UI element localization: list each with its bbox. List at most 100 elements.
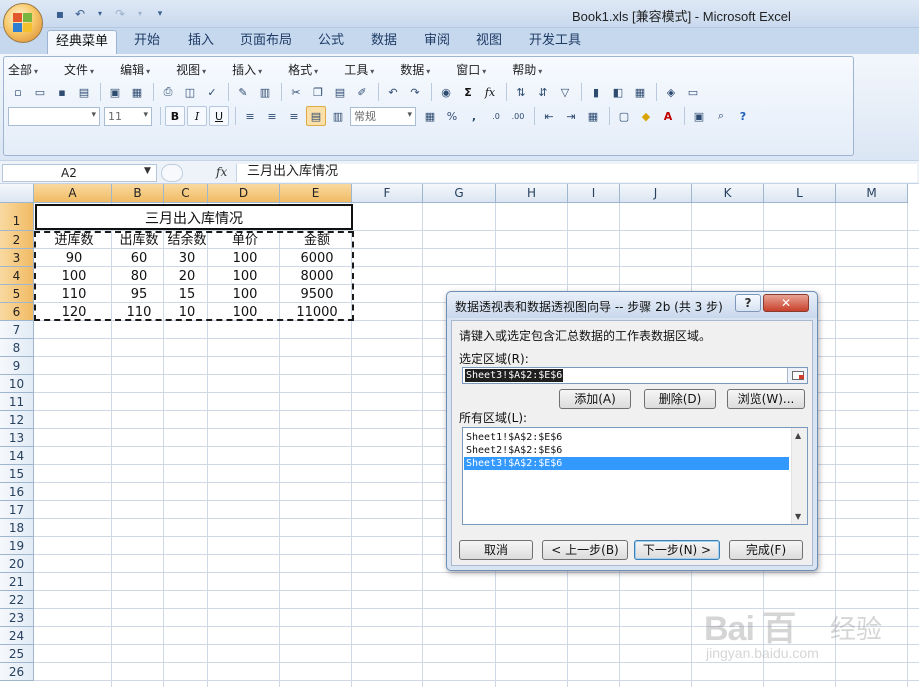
zoom-icon[interactable]: ▦ — [630, 82, 650, 102]
preview-icon[interactable]: ◫ — [180, 82, 200, 102]
merged-title-cell[interactable]: 三月出入库情况 — [35, 204, 353, 230]
tab-review[interactable]: 审阅 — [416, 30, 458, 54]
column-header-k[interactable]: K — [692, 184, 764, 203]
list-scrollbar[interactable]: ▲ ▼ — [791, 428, 807, 524]
menu-insert[interactable]: 插入 ▾ — [232, 61, 262, 79]
column-header-c[interactable]: C — [164, 184, 208, 203]
italic-button[interactable]: I — [187, 106, 207, 126]
close-button[interactable]: ✕ — [763, 294, 809, 312]
menu-format[interactable]: 格式 ▾ — [288, 61, 318, 79]
all-ranges-list[interactable]: Sheet1!$A$2:$E$6 Sheet2!$A$2:$E$6 Sheet3… — [462, 427, 808, 525]
comma-button[interactable]: , — [464, 106, 484, 126]
paste-icon[interactable]: ▤ — [330, 82, 350, 102]
column-header-l[interactable]: L — [764, 184, 836, 203]
bold-button[interactable]: B — [165, 106, 185, 126]
column-header-f[interactable]: F — [352, 184, 423, 203]
redo-icon[interactable]: ↷ — [405, 82, 425, 102]
chart-icon[interactable]: ▮ — [586, 82, 606, 102]
filter-icon[interactable]: ▽ — [555, 82, 575, 102]
tab-data[interactable]: 数据 — [363, 30, 405, 54]
font-color-icon[interactable]: A — [658, 106, 678, 126]
row-header-17[interactable]: 17 — [0, 501, 34, 519]
column-header-i[interactable]: I — [568, 184, 620, 203]
chevron-down-icon[interactable]: ▾ — [92, 6, 108, 22]
menu-tools[interactable]: 工具 ▾ — [344, 61, 374, 79]
tab-home[interactable]: 开始 — [126, 30, 168, 54]
percent-button[interactable]: % — [442, 106, 462, 126]
undo-icon[interactable]: ↶ — [383, 82, 403, 102]
row-header-24[interactable]: 24 — [0, 627, 34, 645]
formula-cancel-circle[interactable] — [161, 164, 183, 182]
row-header-16[interactable]: 16 — [0, 483, 34, 501]
redo-icon[interactable]: ↷ — [112, 6, 128, 22]
autosum-icon[interactable]: Σ — [458, 82, 478, 102]
row-header-14[interactable]: 14 — [0, 447, 34, 465]
browse-button[interactable]: 浏览(W)... — [727, 389, 805, 409]
menu-edit[interactable]: 编辑 ▾ — [120, 61, 150, 79]
column-header-e[interactable]: E — [280, 184, 352, 203]
research-book-icon[interactable]: ▥ — [255, 82, 275, 102]
row-header-26[interactable]: 26 — [0, 663, 34, 681]
align-right-icon[interactable]: ≡ — [284, 106, 304, 126]
row-header-2[interactable]: 2 — [0, 231, 34, 249]
menu-help[interactable]: 帮助 ▾ — [512, 61, 542, 79]
menu-all[interactable]: 全部 ▾ — [8, 61, 38, 79]
office-button[interactable] — [3, 3, 43, 43]
column-header-g[interactable]: G — [423, 184, 496, 203]
formula-input[interactable]: 三月出入库情况 — [236, 164, 917, 182]
wrap-text-icon[interactable]: ▥ — [328, 106, 348, 126]
column-header-a[interactable]: A — [34, 184, 112, 203]
print-icon[interactable]: ⎙ — [158, 82, 178, 102]
row-header-6[interactable]: 6 — [0, 303, 34, 321]
format-painter-icon[interactable]: ✐ — [352, 82, 372, 102]
chevron-down-icon[interactable]: ▾ — [132, 6, 148, 22]
fill-color-icon[interactable]: ◆ — [636, 106, 656, 126]
tab-formulas[interactable]: 公式 — [310, 30, 352, 54]
decrease-indent-icon[interactable]: ⇤ — [539, 106, 559, 126]
row-header-12[interactable]: 12 — [0, 411, 34, 429]
row-header-19[interactable]: 19 — [0, 537, 34, 555]
copy-icon[interactable]: ❐ — [308, 82, 328, 102]
customize-qat-icon[interactable]: ▾ — [152, 6, 168, 22]
tab-classic-menu[interactable]: 经典菜单 — [47, 30, 117, 54]
row-header-22[interactable]: 22 — [0, 591, 34, 609]
row-header-5[interactable]: 5 — [0, 285, 34, 303]
cut-icon[interactable]: ✂ — [286, 82, 306, 102]
column-header-h[interactable]: H — [496, 184, 568, 203]
range-input[interactable]: Sheet3!$A$2:$E$6 — [462, 367, 808, 384]
save-icon[interactable]: ▪ — [52, 6, 68, 22]
list-item[interactable]: Sheet1!$A$2:$E$6 — [464, 431, 789, 444]
menu-file[interactable]: 文件 ▾ — [64, 61, 94, 79]
insert-function-icon[interactable]: fx — [480, 82, 500, 102]
back-button[interactable]: < 上一步(B) — [542, 540, 628, 560]
tab-insert[interactable]: 插入 — [180, 30, 222, 54]
open-folder-icon[interactable]: ▭ — [30, 82, 50, 102]
align-center-icon[interactable]: ≡ — [262, 106, 282, 126]
merge-center-icon[interactable]: ▤ — [306, 106, 326, 126]
row-header-1[interactable]: 1 — [0, 203, 34, 231]
row-header-9[interactable]: 9 — [0, 357, 34, 375]
row-header-23[interactable]: 23 — [0, 609, 34, 627]
column-header-d[interactable]: D — [208, 184, 280, 203]
help-icon[interactable]: ? — [733, 106, 753, 126]
tab-developer[interactable]: 开发工具 — [524, 30, 586, 54]
row-header-11[interactable]: 11 — [0, 393, 34, 411]
font-name-select[interactable] — [8, 106, 100, 126]
menu-window[interactable]: 窗口 ▾ — [456, 61, 486, 79]
column-header-b[interactable]: B — [112, 184, 164, 203]
row-header-4[interactable]: 4 — [0, 267, 34, 285]
increase-decimal-icon[interactable]: .0 — [486, 106, 506, 126]
dialog-titlebar[interactable]: 数据透视表和数据透视图向导 -- 步骤 2b (共 3 步) ? ✕ — [447, 292, 817, 318]
clipboard-icon[interactable]: ▣ — [689, 106, 709, 126]
underline-button[interactable]: U — [209, 106, 229, 126]
list-item[interactable]: Sheet2!$A$2:$E$6 — [464, 444, 789, 457]
font-size-select[interactable]: 11 — [104, 106, 152, 126]
delete-button[interactable]: 删除(D) — [644, 389, 716, 409]
spell-check-icon[interactable]: ✎ — [233, 82, 253, 102]
row-header-10[interactable]: 10 — [0, 375, 34, 393]
insert-function-icon[interactable]: fx — [216, 165, 227, 179]
row-header-15[interactable]: 15 — [0, 465, 34, 483]
borders-icon[interactable]: ▦ — [583, 106, 603, 126]
add-button[interactable]: 添加(A) — [559, 389, 631, 409]
sort-ascending-icon[interactable]: ⇅ — [511, 82, 531, 102]
